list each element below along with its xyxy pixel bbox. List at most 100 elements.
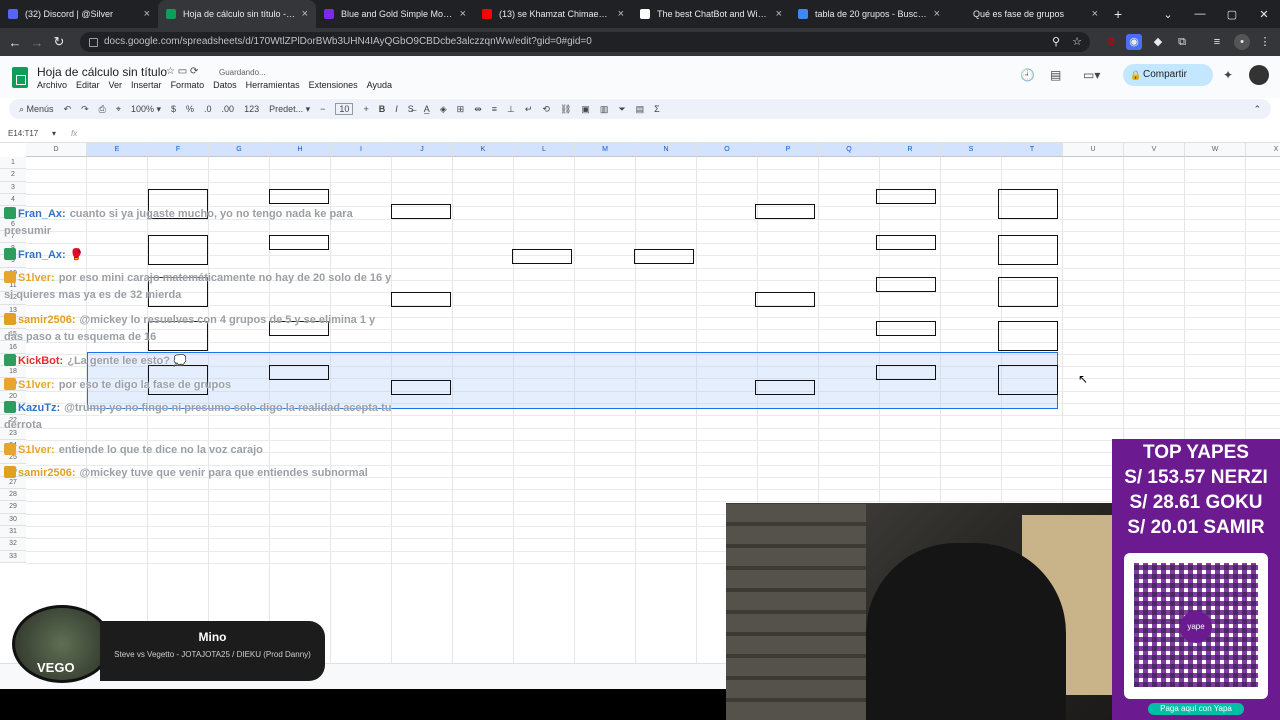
profile-icon[interactable]: • bbox=[1234, 34, 1250, 50]
column-header-x[interactable]: X bbox=[1246, 143, 1280, 157]
name-box[interactable]: E14:T17 bbox=[8, 129, 38, 138]
row-header-4[interactable]: 4 bbox=[0, 193, 26, 207]
browser-tab-sheets[interactable]: Hoja de cálculo sin título - Hoja × bbox=[158, 0, 316, 28]
close-icon[interactable]: × bbox=[144, 8, 150, 20]
font-select[interactable]: Predet... ▾ bbox=[269, 104, 310, 115]
font-size-decrease[interactable]: − bbox=[320, 104, 325, 114]
share-button[interactable]: Compartir bbox=[1123, 64, 1213, 86]
column-header-m[interactable]: M bbox=[575, 143, 636, 157]
column-header-s[interactable]: S bbox=[941, 143, 1002, 157]
borders-icon[interactable]: ⊞ bbox=[457, 104, 465, 115]
close-icon[interactable]: × bbox=[618, 8, 624, 20]
zoom-icon[interactable]: ⚲ bbox=[1048, 34, 1064, 50]
redo-icon[interactable]: ↷ bbox=[81, 104, 89, 115]
browser-tab-discord[interactable]: (32) Discord | @Silver × bbox=[0, 0, 158, 28]
bracket-cell[interactable] bbox=[755, 292, 815, 307]
bracket-cell[interactable] bbox=[391, 292, 451, 307]
bracket-cell[interactable] bbox=[634, 249, 694, 264]
menu-editar[interactable]: Editar bbox=[76, 80, 100, 90]
column-header-q[interactable]: Q bbox=[819, 143, 880, 157]
bracket-cell[interactable] bbox=[998, 189, 1058, 219]
bookmark-star-icon[interactable]: ☆ bbox=[1069, 34, 1085, 50]
link-icon[interactable]: ⛓ bbox=[560, 104, 571, 115]
italic-button[interactable]: I bbox=[395, 104, 398, 114]
row-header-30[interactable]: 30 bbox=[0, 513, 26, 526]
close-icon[interactable]: × bbox=[934, 8, 940, 20]
comment-icon[interactable]: ▤ bbox=[1050, 68, 1061, 82]
bold-button[interactable]: B bbox=[379, 104, 386, 114]
filter-icon[interactable]: ⏷ bbox=[618, 104, 625, 115]
close-icon[interactable]: × bbox=[776, 8, 782, 20]
align-icon[interactable]: ≡ bbox=[492, 104, 497, 114]
bracket-cell[interactable] bbox=[876, 365, 936, 380]
column-header-v[interactable]: V bbox=[1124, 143, 1185, 157]
collapse-toolbar-icon[interactable]: ⌃ bbox=[1253, 104, 1261, 115]
row-header-31[interactable]: 31 bbox=[0, 526, 26, 539]
font-size-increase[interactable]: + bbox=[363, 104, 368, 114]
meet-icon[interactable]: ▭▾ bbox=[1083, 68, 1100, 82]
percent-button[interactable]: % bbox=[186, 104, 194, 114]
text-color-icon[interactable]: A̲ bbox=[424, 104, 430, 114]
sheets-logo-icon[interactable] bbox=[12, 67, 28, 88]
url-input[interactable]: docs.google.com/spreadsheets/d/170WtlZPl… bbox=[80, 32, 1090, 52]
column-header-n[interactable]: N bbox=[636, 143, 697, 157]
maximize-icon[interactable]: ▢ bbox=[1216, 8, 1248, 21]
menu-insertar[interactable]: Insertar bbox=[131, 80, 162, 90]
bracket-cell[interactable] bbox=[998, 321, 1058, 351]
font-size-input[interactable]: 10 bbox=[335, 103, 354, 115]
column-header-t[interactable]: T bbox=[1002, 143, 1063, 157]
browser-tab-google[interactable]: tabla de 20 grupos - Buscar con× bbox=[790, 0, 948, 28]
column-header-e[interactable]: E bbox=[87, 143, 148, 157]
close-icon[interactable]: × bbox=[460, 8, 466, 20]
column-header-i[interactable]: I bbox=[331, 143, 392, 157]
browser-tab-youtube[interactable]: (13) se Khamzat Chimaev theme× bbox=[474, 0, 632, 28]
new-tab-button[interactable]: + bbox=[1106, 0, 1134, 28]
close-window-icon[interactable]: ✕ bbox=[1248, 8, 1280, 21]
puzzle-icon[interactable]: ⧉ bbox=[1174, 34, 1190, 50]
menu-ver[interactable]: Ver bbox=[109, 80, 123, 90]
column-header-j[interactable]: J bbox=[392, 143, 453, 157]
chart-icon[interactable]: ▥ bbox=[600, 104, 609, 115]
name-box-dropdown-icon[interactable]: ▾ bbox=[52, 129, 56, 138]
wrap-icon[interactable]: ↵ bbox=[525, 104, 533, 115]
undo-icon[interactable]: ↶ bbox=[64, 104, 72, 115]
row-header-1[interactable]: 1 bbox=[0, 157, 26, 170]
merge-icon[interactable]: ⇹ bbox=[474, 104, 482, 115]
bracket-cell[interactable] bbox=[998, 235, 1058, 265]
bracket-cell[interactable] bbox=[998, 277, 1058, 307]
menu-formato[interactable]: Formato bbox=[171, 80, 205, 90]
menu-archivo[interactable]: Archivo bbox=[37, 80, 67, 90]
extension-icon[interactable]: ◆ bbox=[1150, 34, 1166, 50]
browser-tab-canva[interactable]: Blue and Gold Simple Modern × bbox=[316, 0, 474, 28]
bracket-cell[interactable] bbox=[269, 189, 329, 204]
functions-icon[interactable]: Σ bbox=[654, 104, 660, 114]
star-icon[interactable]: ☆ ▭ ⟳ bbox=[166, 66, 198, 77]
bracket-cell[interactable] bbox=[512, 249, 572, 264]
column-header-f[interactable]: F bbox=[148, 143, 209, 157]
document-title[interactable]: Hoja de cálculo sin título bbox=[37, 65, 167, 79]
column-header-d[interactable]: D bbox=[26, 143, 87, 157]
browser-tab-chatbot[interactable]: The best ChatBot and Widgets × bbox=[632, 0, 790, 28]
pay-here-button[interactable]: Paga aquí con Yapa bbox=[1148, 703, 1244, 715]
column-header-h[interactable]: H bbox=[270, 143, 331, 157]
chevron-down-icon[interactable]: ⌄ bbox=[1152, 8, 1184, 21]
forward-icon[interactable]: → bbox=[26, 35, 48, 50]
column-header-o[interactable]: O bbox=[697, 143, 758, 157]
bracket-cell[interactable] bbox=[391, 204, 451, 219]
increase-decimal-button[interactable]: .00 bbox=[222, 104, 235, 114]
row-header-2[interactable]: 2 bbox=[0, 169, 26, 182]
back-icon[interactable]: ← bbox=[4, 35, 26, 50]
extension-icon[interactable]: ◉ bbox=[1126, 34, 1142, 50]
filter-views-icon[interactable]: ▤ bbox=[636, 104, 645, 115]
column-header-u[interactable]: U bbox=[1063, 143, 1124, 157]
browser-tab-fase-grupos[interactable]: Qué es fase de grupos × bbox=[948, 0, 1106, 28]
insert-comment-icon[interactable]: ▣ bbox=[581, 104, 590, 115]
reload-icon[interactable]: ↻ bbox=[48, 34, 70, 50]
column-header-k[interactable]: K bbox=[453, 143, 514, 157]
valign-icon[interactable]: ⊥ bbox=[507, 104, 515, 115]
menu-ayuda[interactable]: Ayuda bbox=[367, 80, 392, 90]
search-menus-button[interactable]: ⌕ Menús bbox=[19, 104, 54, 115]
zoom-select[interactable]: 100% ▾ bbox=[131, 104, 161, 115]
menu-herramientas[interactable]: Herramientas bbox=[246, 80, 300, 90]
extension-icon[interactable]: ⊘ bbox=[1103, 34, 1119, 50]
